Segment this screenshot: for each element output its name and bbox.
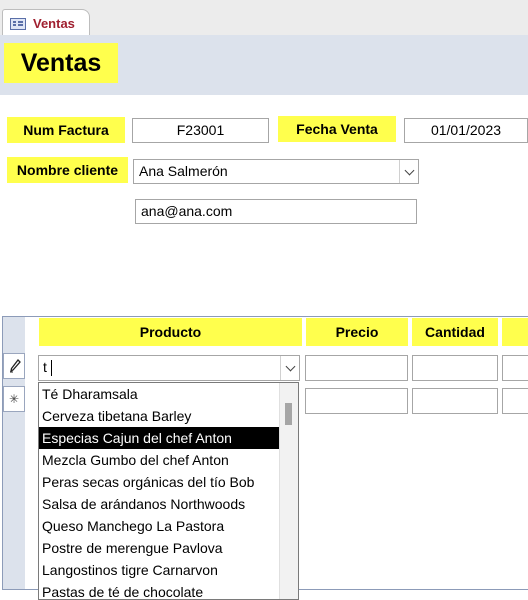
record-selector-new[interactable]: ✳ bbox=[3, 386, 25, 412]
precio-cell-new[interactable] bbox=[305, 388, 408, 414]
form-icon bbox=[10, 18, 26, 30]
fecha-venta-label: Fecha Venta bbox=[278, 116, 396, 142]
dropdown-item[interactable]: Pastas de té de chocolate bbox=[39, 581, 280, 599]
cantidad-cell-current[interactable] bbox=[412, 355, 498, 381]
dropdown-item[interactable]: Postre de merengue Pavlova bbox=[39, 537, 280, 559]
cliente-dropdown-button[interactable] bbox=[399, 160, 418, 183]
dropdown-item-selected[interactable]: Especias Cajun del chef Anton bbox=[39, 427, 280, 449]
producto-dropdown-list: Té Dharamsala Cerveza tibetana Barley Es… bbox=[38, 382, 299, 600]
chevron-down-icon bbox=[285, 361, 296, 372]
tab-ventas[interactable]: Ventas bbox=[2, 9, 90, 38]
dropdown-item[interactable]: Cerveza tibetana Barley bbox=[39, 405, 280, 427]
nombre-cliente-combo[interactable]: Ana Salmerón bbox=[133, 159, 419, 184]
dropdown-item[interactable]: Salsa de arándanos Northwoods bbox=[39, 493, 280, 515]
text-cursor bbox=[51, 360, 52, 376]
chevron-down-icon bbox=[404, 165, 415, 176]
tab-label: Ventas bbox=[33, 16, 75, 31]
nombre-cliente-label: Nombre cliente bbox=[7, 157, 128, 183]
dropdown-scrollbar[interactable] bbox=[279, 383, 298, 599]
nombre-cliente-value: Ana Salmerón bbox=[139, 163, 228, 179]
num-factura-label: Num Factura bbox=[7, 117, 125, 143]
extra-cell-new[interactable] bbox=[502, 388, 528, 414]
dropdown-item[interactable]: Langostinos tigre Carnarvon bbox=[39, 559, 280, 581]
producto-combo[interactable]: t bbox=[38, 355, 300, 381]
form-title: Ventas bbox=[4, 43, 118, 83]
dropdown-item[interactable]: Mezcla Gumbo del chef Anton bbox=[39, 449, 280, 471]
producto-dropdown-button[interactable] bbox=[280, 356, 299, 380]
column-header-producto: Producto bbox=[39, 318, 302, 346]
extra-cell-current[interactable] bbox=[502, 355, 528, 381]
document-tab-strip: Ventas bbox=[0, 0, 528, 38]
cantidad-cell-new[interactable] bbox=[412, 388, 498, 414]
scrollbar-thumb[interactable] bbox=[285, 403, 292, 425]
dropdown-item[interactable]: Té Dharamsala bbox=[39, 383, 280, 405]
column-header-precio: Precio bbox=[306, 318, 408, 346]
pencil-icon bbox=[9, 359, 21, 373]
column-header-cantidad: Cantidad bbox=[412, 318, 498, 346]
num-factura-field[interactable]: F23001 bbox=[132, 118, 269, 143]
precio-cell-current[interactable] bbox=[305, 355, 408, 381]
dropdown-item[interactable]: Queso Manchego La Pastora bbox=[39, 515, 280, 537]
email-field[interactable]: ana@ana.com bbox=[135, 199, 417, 224]
asterisk-icon: ✳ bbox=[8, 392, 20, 406]
record-selector-current[interactable] bbox=[3, 353, 25, 379]
fecha-venta-field[interactable]: 01/01/2023 bbox=[404, 118, 528, 143]
column-header-extra bbox=[502, 318, 528, 346]
dropdown-item[interactable]: Peras secas orgánicas del tío Bob bbox=[39, 471, 280, 493]
producto-input: t bbox=[43, 359, 47, 375]
